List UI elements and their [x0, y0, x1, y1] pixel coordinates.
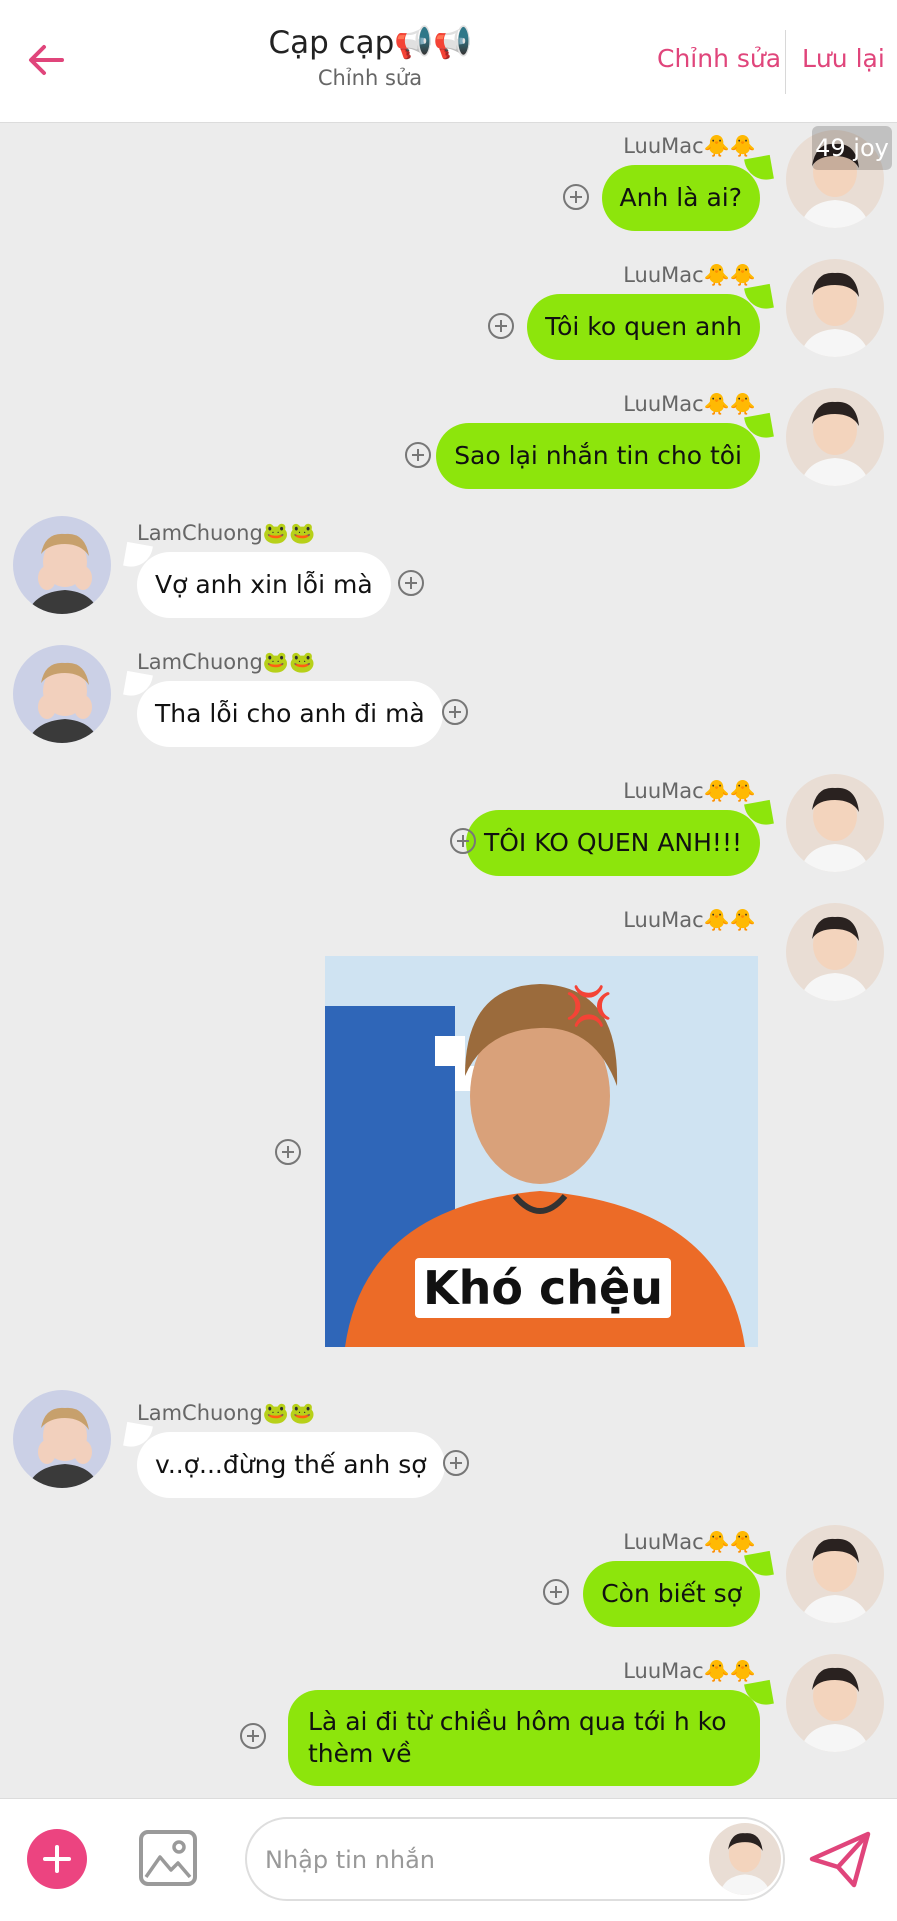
message-sender: LamChuong🐸🐸: [137, 521, 316, 545]
avatar-luumac[interactable]: [786, 1525, 884, 1623]
sticker-caption: Khó chệu: [415, 1258, 671, 1318]
react-plus-icon[interactable]: [405, 442, 431, 468]
avatar-lamchuong[interactable]: [13, 645, 111, 743]
chat-subtitle: Chỉnh sửa: [317, 66, 423, 90]
arrow-left-icon: [29, 45, 64, 75]
avatar-lamchuong[interactable]: [13, 1390, 111, 1488]
react-plus-icon[interactable]: [563, 184, 589, 210]
avatar-luumac[interactable]: [786, 903, 884, 1001]
message-bubble-outgoing[interactable]: Anh là ai?: [601, 165, 760, 231]
message-bubble-outgoing[interactable]: Còn biết sợ: [583, 1561, 760, 1627]
react-plus-icon[interactable]: [275, 1139, 301, 1165]
message-sender: LuuMac🐥🐥: [623, 1659, 756, 1683]
edit-button[interactable]: Chỉnh sửa: [657, 44, 781, 73]
message-bubble-incoming[interactable]: Tha lỗi cho anh đi mà: [137, 681, 443, 747]
composer-bar: [0, 1798, 897, 1921]
avatar-luumac[interactable]: [786, 259, 884, 357]
react-plus-icon[interactable]: [450, 828, 476, 854]
react-plus-icon[interactable]: [488, 313, 514, 339]
back-button[interactable]: [24, 38, 68, 82]
watermark: 49 joy: [812, 126, 892, 170]
message-bubble-outgoing[interactable]: Sao lại nhắn tin cho tôi: [436, 423, 760, 489]
title-block[interactable]: Cạp cạp📢📢 Chỉnh sửa: [230, 22, 510, 92]
message-bubble-outgoing[interactable]: TÔI KO QUEN ANH!!!: [465, 810, 760, 876]
message-input[interactable]: [263, 1839, 667, 1881]
message-sender: LamChuong🐸🐸: [137, 1401, 316, 1425]
image-icon[interactable]: [138, 1829, 198, 1891]
message-sender: LuuMac🐥🐥: [623, 263, 756, 287]
chat-title: Cạp cạp📢📢: [268, 25, 472, 61]
react-plus-icon[interactable]: [443, 1450, 469, 1476]
plus-circle-icon[interactable]: [27, 1829, 87, 1889]
send-icon[interactable]: [808, 1829, 872, 1893]
avatar-luumac[interactable]: [786, 388, 884, 486]
sticker-image[interactable]: 💢 Khó chệu: [325, 956, 758, 1347]
avatar-luumac[interactable]: [709, 1823, 781, 1895]
chat-header: Cạp cạp📢📢 Chỉnh sửa Chỉnh sửa Lưu lại: [0, 0, 897, 123]
react-plus-icon[interactable]: [442, 699, 468, 725]
avatar-luumac[interactable]: [786, 1654, 884, 1752]
message-bubble-outgoing[interactable]: Là ai đi từ chiều hôm qua tới h ko thèm …: [288, 1690, 760, 1786]
message-sender: LuuMac🐥🐥: [623, 392, 756, 416]
message-sender: LuuMac🐥🐥: [623, 908, 756, 932]
message-bubble-incoming[interactable]: Vợ anh xin lỗi mà: [137, 552, 391, 618]
message-bubble-incoming[interactable]: v..ợ...đừng thế anh sợ: [137, 1432, 445, 1498]
header-divider: [785, 30, 786, 94]
react-plus-icon[interactable]: [398, 570, 424, 596]
message-sender: LamChuong🐸🐸: [137, 650, 316, 674]
react-plus-icon[interactable]: [543, 1579, 569, 1605]
message-sender: LuuMac🐥🐥: [623, 134, 756, 158]
react-plus-icon[interactable]: [240, 1723, 266, 1749]
avatar-luumac[interactable]: [786, 774, 884, 872]
anger-mark-icon: 💢: [565, 984, 613, 1028]
save-button[interactable]: Lưu lại: [802, 44, 885, 73]
message-sender: LuuMac🐥🐥: [623, 779, 756, 803]
message-sender: LuuMac🐥🐥: [623, 1530, 756, 1554]
message-input-container[interactable]: [245, 1817, 785, 1901]
avatar-lamchuong[interactable]: [13, 516, 111, 614]
message-bubble-outgoing[interactable]: Tôi ko quen anh: [527, 294, 760, 360]
